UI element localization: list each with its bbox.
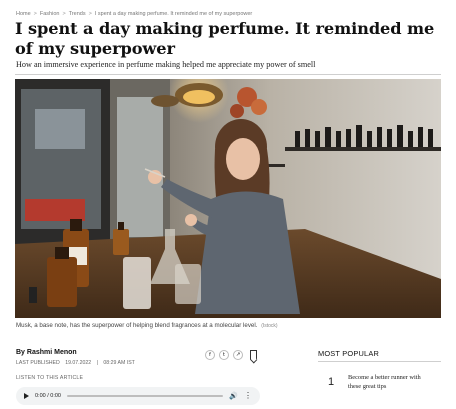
- published-separator: |: [96, 360, 98, 366]
- popular-item-rank: 1: [328, 376, 335, 388]
- audio-player[interactable]: 0:00 / 0:00 🔊 ⋮: [16, 387, 260, 405]
- breadcrumb-trends[interactable]: Trends: [69, 11, 86, 17]
- player-time: 0:00 / 0:00: [35, 393, 61, 399]
- article-subheadline: How an immersive experience in perfume m…: [16, 60, 316, 69]
- facebook-icon[interactable]: f: [205, 350, 215, 360]
- twitter-icon[interactable]: t: [219, 350, 229, 360]
- divider: [15, 74, 441, 75]
- play-icon[interactable]: [24, 393, 29, 399]
- breadcrumb: Home > Fashion > Trends > I spent a day …: [16, 11, 252, 17]
- listen-label: LISTEN TO THIS ARTICLE: [16, 375, 84, 381]
- published-info: LAST PUBLISHED 19.07.2022 | 08:29 AM IST: [16, 360, 139, 366]
- image-caption-text: Musk, a base note, has the superpower of…: [16, 322, 258, 329]
- breadcrumb-separator: >: [88, 11, 92, 17]
- breadcrumb-fashion[interactable]: Fashion: [40, 11, 60, 17]
- breadcrumb-home[interactable]: Home: [16, 11, 31, 17]
- breadcrumb-current: I spent a day making perfume. It reminde…: [94, 11, 253, 17]
- breadcrumb-separator: >: [33, 11, 37, 17]
- article-byline[interactable]: By Rashmi Menon: [16, 349, 77, 356]
- image-caption: Musk, a base note, has the superpower of…: [16, 322, 278, 329]
- hero-image: [15, 79, 441, 318]
- volume-icon[interactable]: 🔊: [229, 392, 238, 400]
- bookmark-icon[interactable]: [250, 350, 257, 360]
- published-time: 08:29 AM IST: [103, 360, 135, 366]
- divider: [318, 361, 441, 362]
- popular-item[interactable]: 1 Become a better runner with these grea…: [318, 374, 441, 391]
- more-options-icon[interactable]: ⋮: [244, 392, 252, 400]
- share-bar: f t ↗: [205, 350, 243, 360]
- most-popular-title: MOST POPULAR: [318, 349, 379, 358]
- popular-item-title[interactable]: Become a better runner with these great …: [348, 374, 428, 391]
- image-credit: (Istock): [261, 323, 278, 329]
- published-label: LAST PUBLISHED: [16, 360, 60, 366]
- published-date: 19.07.2022: [65, 360, 92, 366]
- share-icon[interactable]: ↗: [233, 350, 243, 360]
- article-headline: I spent a day making perfume. It reminde…: [15, 19, 435, 58]
- breadcrumb-separator: >: [62, 11, 66, 17]
- player-progress-track[interactable]: [67, 395, 224, 397]
